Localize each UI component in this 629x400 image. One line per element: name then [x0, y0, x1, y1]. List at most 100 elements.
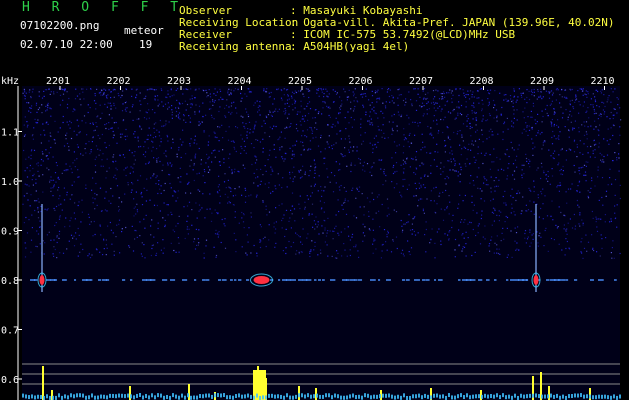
noise-speckle — [92, 197, 94, 199]
noise-speckle — [578, 170, 580, 172]
noise-speckle — [302, 130, 304, 132]
noise-speckle — [385, 241, 387, 243]
noise-speckle — [562, 112, 564, 114]
noise-speckle — [153, 89, 155, 91]
noise-speckle — [618, 170, 620, 172]
noise-speckle — [371, 90, 373, 92]
noise-speckle — [46, 234, 48, 236]
noise-speckle — [119, 133, 122, 135]
noise-speckle — [471, 254, 473, 257]
noise-speckle — [24, 98, 26, 100]
noise-speckle — [604, 214, 606, 216]
noise-speckle — [371, 122, 373, 124]
noise-speckle — [503, 169, 505, 171]
noise-speckle — [436, 143, 438, 145]
noise-speckle — [290, 227, 292, 229]
noise-speckle — [61, 209, 63, 211]
noise-speckle — [264, 132, 266, 134]
noise-speckle — [115, 167, 117, 169]
noise-speckle — [474, 251, 476, 253]
noise-speckle — [521, 177, 523, 179]
noise-speckle — [388, 121, 390, 123]
noise-speckle — [381, 159, 383, 161]
baseline-segment — [94, 395, 96, 400]
noise-speckle — [36, 122, 39, 124]
noise-speckle — [360, 126, 362, 129]
noise-speckle — [144, 156, 146, 158]
noise-speckle — [289, 177, 291, 179]
noise-speckle — [217, 186, 219, 188]
noise-speckle — [112, 89, 114, 91]
noise-speckle — [422, 210, 424, 212]
noise-speckle — [465, 94, 467, 96]
noise-speckle — [124, 193, 126, 195]
noise-speckle — [576, 156, 578, 158]
noise-speckle — [476, 129, 478, 131]
noise-speckle — [472, 228, 474, 231]
noise-speckle — [152, 244, 154, 246]
noise-speckle — [316, 128, 318, 130]
noise-speckle — [478, 97, 480, 99]
noise-speckle — [494, 104, 496, 106]
noise-speckle — [77, 169, 79, 171]
noise-speckle — [248, 195, 250, 197]
noise-speckle — [139, 92, 141, 94]
noise-speckle — [119, 154, 121, 156]
noise-speckle — [124, 156, 126, 159]
baseline-segment — [151, 393, 153, 398]
noise-speckle — [500, 113, 502, 115]
noise-speckle — [574, 228, 576, 230]
noise-speckle — [298, 253, 300, 255]
baseline-segment — [517, 395, 519, 400]
noise-speckle — [415, 188, 417, 190]
noise-speckle — [473, 111, 475, 113]
noise-speckle — [113, 134, 115, 136]
noise-speckle — [457, 207, 459, 209]
noise-speckle — [66, 107, 69, 109]
noise-speckle — [47, 102, 49, 104]
noise-speckle — [448, 92, 450, 94]
noise-speckle — [284, 137, 286, 139]
noise-speckle — [328, 93, 330, 95]
noise-speckle — [620, 119, 622, 121]
noise-speckle — [281, 89, 283, 92]
noise-speckle — [139, 221, 141, 223]
noise-speckle — [91, 141, 93, 143]
noise-speckle — [147, 162, 150, 164]
noise-speckle — [291, 205, 293, 207]
noise-speckle — [278, 108, 280, 110]
noise-speckle — [502, 195, 504, 198]
noise-speckle — [215, 254, 218, 257]
noise-speckle — [605, 190, 608, 192]
noise-speckle — [299, 111, 301, 113]
noise-speckle — [425, 251, 427, 253]
noise-speckle — [205, 114, 207, 116]
noise-speckle — [463, 221, 465, 223]
noise-speckle — [288, 98, 290, 100]
noise-speckle — [360, 94, 362, 96]
noise-speckle — [222, 98, 224, 100]
noise-speckle — [246, 134, 248, 136]
noise-speckle — [244, 167, 246, 169]
noise-speckle — [281, 187, 283, 189]
noise-speckle — [30, 194, 32, 196]
noise-speckle — [593, 249, 595, 252]
noise-speckle — [351, 233, 354, 235]
noise-speckle — [496, 248, 498, 250]
noise-speckle — [241, 194, 243, 196]
noise-speckle — [182, 141, 184, 143]
noise-speckle — [95, 102, 97, 104]
noise-speckle — [395, 152, 397, 154]
noise-speckle — [488, 93, 491, 95]
baseline-segment — [412, 394, 414, 399]
noise-speckle — [355, 197, 357, 199]
noise-speckle — [403, 145, 405, 147]
noise-speckle — [386, 233, 388, 236]
noise-speckle — [171, 111, 173, 113]
noise-speckle — [430, 190, 432, 192]
noise-speckle — [415, 151, 418, 153]
noise-speckle — [343, 243, 345, 245]
noise-speckle — [39, 220, 41, 222]
noise-speckle — [345, 128, 347, 130]
noise-speckle — [517, 96, 519, 98]
